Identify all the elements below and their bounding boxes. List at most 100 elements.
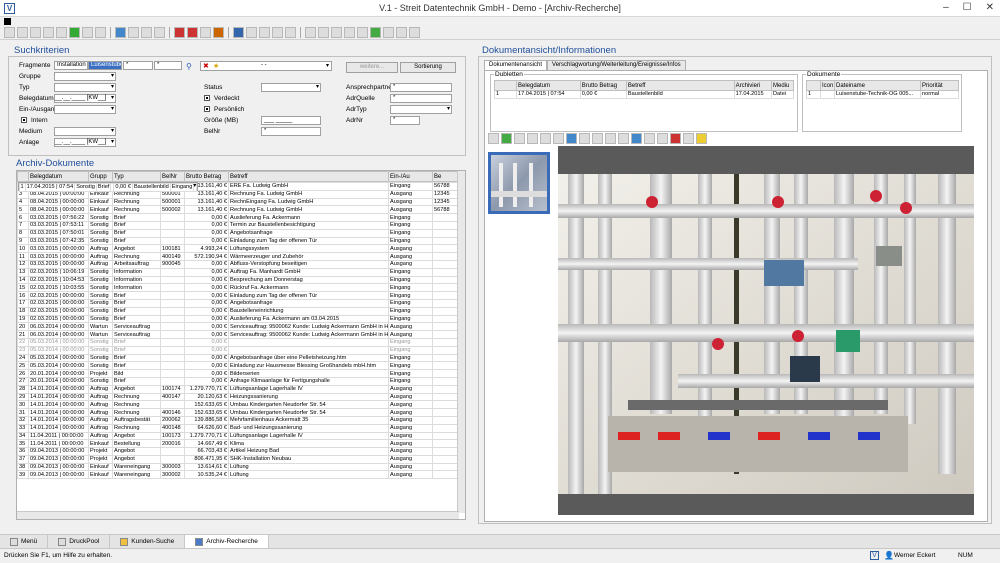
column-header[interactable]: Brutto Betrag — [184, 171, 229, 182]
toolbar-button-icon[interactable] — [30, 27, 41, 38]
toolbar-button-icon[interactable] — [305, 27, 316, 38]
toolbar-button-icon[interactable] — [141, 27, 152, 38]
column-header[interactable] — [806, 80, 821, 91]
table-row[interactable]: 13 02.03.2015 | 10:06:19 Sonstig Informatio… — [17, 267, 460, 277]
tab-druckpool[interactable]: DruckPool — [48, 535, 111, 548]
viewer-tool-icon[interactable] — [670, 132, 681, 144]
viewer-tool-icon[interactable] — [592, 132, 603, 144]
archive-vertical-scrollbar[interactable] — [457, 171, 465, 513]
table-row[interactable]: 22 05.03.2014 | 00:00:00 Sonstig Brief 0,00 … — [17, 337, 460, 347]
table-row[interactable]: 16 02.03.2015 | 00:00:00 Sonstig Brief 0,00 … — [17, 291, 460, 300]
toolbar-button-icon[interactable] — [344, 27, 355, 38]
table-row[interactable]: 29 14.01.2014 | 00:00:00 Auftrag Rechnung 40… — [17, 392, 460, 402]
table-row[interactable]: 12 03.03.2015 | 00:00:00 Auftrag Arbeitsauf… — [17, 259, 460, 269]
viewer-tool-icon[interactable] — [488, 132, 499, 144]
toolbar-button-icon[interactable] — [187, 27, 198, 38]
column-header[interactable]: Belegdatum — [28, 171, 89, 182]
viewer-tool-icon[interactable] — [566, 132, 577, 144]
ein-ausgang-select[interactable] — [54, 105, 116, 114]
groesse-field[interactable]: ___ _____ — [261, 116, 321, 125]
table-row[interactable]: 15 02.03.2015 | 10:03:55 Sonstig Informatio… — [17, 283, 460, 293]
toolbar-button-icon[interactable] — [383, 27, 394, 38]
table-row[interactable]: 7 03.03.2015 | 07:53:11 Sonstig Brief 0,00 €… — [17, 220, 460, 230]
table-row[interactable]: 39 09.04.2013 | 00:00:00 Einkauf Wareneinga… — [17, 470, 460, 480]
column-header[interactable]: Priorität — [920, 80, 959, 91]
adrtyp-select[interactable] — [390, 105, 452, 114]
verdeckt-checkbox[interactable] — [204, 95, 210, 101]
table-row[interactable]: 37 09.04.2013 | 00:00:00 Projekt Angebot 806… — [17, 454, 460, 464]
column-header[interactable] — [494, 80, 517, 91]
toolbar-button-icon[interactable] — [95, 27, 106, 38]
toolbar-button-icon[interactable] — [115, 27, 126, 38]
toolbar-button-icon[interactable] — [246, 27, 257, 38]
viewer-tool-icon[interactable] — [683, 132, 694, 144]
viewer-tool-icon[interactable] — [553, 132, 564, 144]
table-row[interactable]: 18 02.03.2015 | 00:00:00 Sonstig Brief 0,00 … — [17, 306, 460, 316]
column-header[interactable]: BelNr — [160, 171, 185, 182]
column-header[interactable] — [17, 171, 29, 182]
star-icon[interactable]: ★ — [213, 62, 219, 70]
table-row[interactable]: 28 14.01.2014 | 00:00:00 Auftrag Angebot 100… — [17, 384, 460, 394]
belnr-input[interactable]: * — [261, 127, 321, 136]
toolbar-button-icon[interactable] — [272, 27, 283, 38]
toolbar-button-icon[interactable] — [259, 27, 270, 38]
table-row[interactable]: 20 06.03.2014 | 00:00:00 Wartun Serviceauft… — [17, 322, 460, 332]
viewer-tool-icon[interactable] — [579, 132, 590, 144]
viewer-tool-icon[interactable] — [618, 132, 629, 144]
table-row[interactable]: 23 05.03.2014 | 00:00:00 Sonstig Brief 0,00 … — [17, 345, 460, 355]
column-header[interactable]: Mediu — [770, 80, 795, 91]
column-header[interactable]: Grupp — [88, 171, 113, 182]
table-row[interactable]: 11 03.03.2015 | 00:00:00 Auftrag Rechnung 40… — [17, 252, 460, 261]
viewer-tool-icon[interactable] — [696, 132, 707, 144]
close-button[interactable]: ✕ — [986, 2, 994, 13]
viewer-tool-icon[interactable] — [540, 132, 551, 144]
search-people-icon[interactable]: ⚲ — [186, 62, 192, 71]
table-row[interactable]: 33 14.01.2014 | 00:00:00 Auftrag Rechnung 40… — [17, 423, 460, 433]
archive-horizontal-scrollbar[interactable] — [17, 511, 459, 519]
column-header[interactable]: Icon — [820, 80, 835, 91]
tab-kunden-suche[interactable]: Kunden-Suche — [110, 535, 186, 548]
toolbar-button-icon[interactable] — [213, 27, 224, 38]
viewer-tool-icon[interactable] — [605, 132, 616, 144]
toolbar-button-icon[interactable] — [409, 27, 420, 38]
table-row[interactable]: 30 14.01.2014 | 00:00:00 Auftrag Rechnung 15… — [17, 400, 460, 410]
viewer-tool-icon[interactable] — [631, 132, 642, 144]
table-row[interactable]: 31 14.01.2014 | 00:00:00 Auftrag Rechnung 40… — [17, 408, 460, 417]
minimize-button[interactable]: – — [943, 2, 949, 13]
toolbar-button-icon[interactable] — [200, 27, 211, 38]
column-header[interactable]: Be — [432, 171, 460, 182]
adrquelle-input[interactable]: * — [390, 94, 452, 103]
maximize-button[interactable]: ☐ — [963, 2, 972, 13]
table-row[interactable]: 14 02.03.2015 | 10:04:53 Sonstig Informatio… — [17, 275, 460, 285]
toolbar-button-icon[interactable] — [233, 27, 244, 38]
table-row[interactable]: 24 05.03.2014 | 00:00:00 Sonstig Brief 0,00 … — [17, 353, 460, 363]
table-row[interactable]: 35 11.04.2011 | 00:00:00 Einkauf Bestellung… — [17, 439, 460, 449]
table-row[interactable]: 6 03.03.2015 | 07:56:22 Sonstig Brief 0,00 €… — [17, 213, 460, 222]
toolbar-button-icon[interactable] — [285, 27, 296, 38]
adrnr-input[interactable]: * — [390, 116, 420, 125]
table-row[interactable]: 27 20.01.2014 | 00:00:00 Sonstig Brief 0,00 … — [17, 376, 460, 386]
table-row[interactable]: 32 14.01.2014 | 00:00:00 Auftrag Auftragsbe… — [17, 415, 460, 425]
table-row[interactable]: 1 17.04.2015 | 07:54 Sonstig Brief 0,00 € Bau… — [17, 182, 199, 192]
toolbar-button-icon[interactable] — [82, 27, 93, 38]
toolbar-button-icon[interactable] — [357, 27, 368, 38]
column-header[interactable]: Ein-/Au — [388, 171, 433, 182]
toolbar-button-icon[interactable] — [174, 27, 185, 38]
toolbar-button-icon[interactable] — [396, 27, 407, 38]
fragment-input-3[interactable]: * — [123, 61, 153, 70]
table-row[interactable]: 17 02.03.2015 | 00:00:00 Sonstig Brief 0,00 … — [17, 298, 460, 308]
table-row[interactable]: 5 08.04.2015 | 00:00:00 Einkauf Rechnung 500… — [17, 205, 460, 215]
medium-select[interactable] — [54, 127, 116, 136]
thumbnail[interactable] — [488, 152, 550, 214]
table-row[interactable]: 38 09.04.2013 | 00:00:00 Einkauf Wareneinga… — [17, 462, 460, 472]
table-row[interactable]: 8 03.03.2015 | 07:50:01 Sonstig Brief 0,00 €… — [17, 228, 460, 238]
persoenlich-checkbox[interactable] — [204, 106, 210, 112]
fragment-input-1[interactable]: Installation — [54, 61, 88, 70]
table-row[interactable]: 26 20.01.2014 | 00:00:00 Projekt Bild 0,00 €… — [17, 369, 460, 378]
viewer-tool-icon[interactable] — [527, 132, 538, 144]
column-header[interactable]: Archivieri — [733, 80, 772, 91]
toolbar-button-icon[interactable] — [56, 27, 67, 38]
viewer-tool-icon[interactable] — [657, 132, 668, 144]
toolbar-button-icon[interactable] — [318, 27, 329, 38]
toolbar-button-icon[interactable] — [370, 27, 381, 38]
